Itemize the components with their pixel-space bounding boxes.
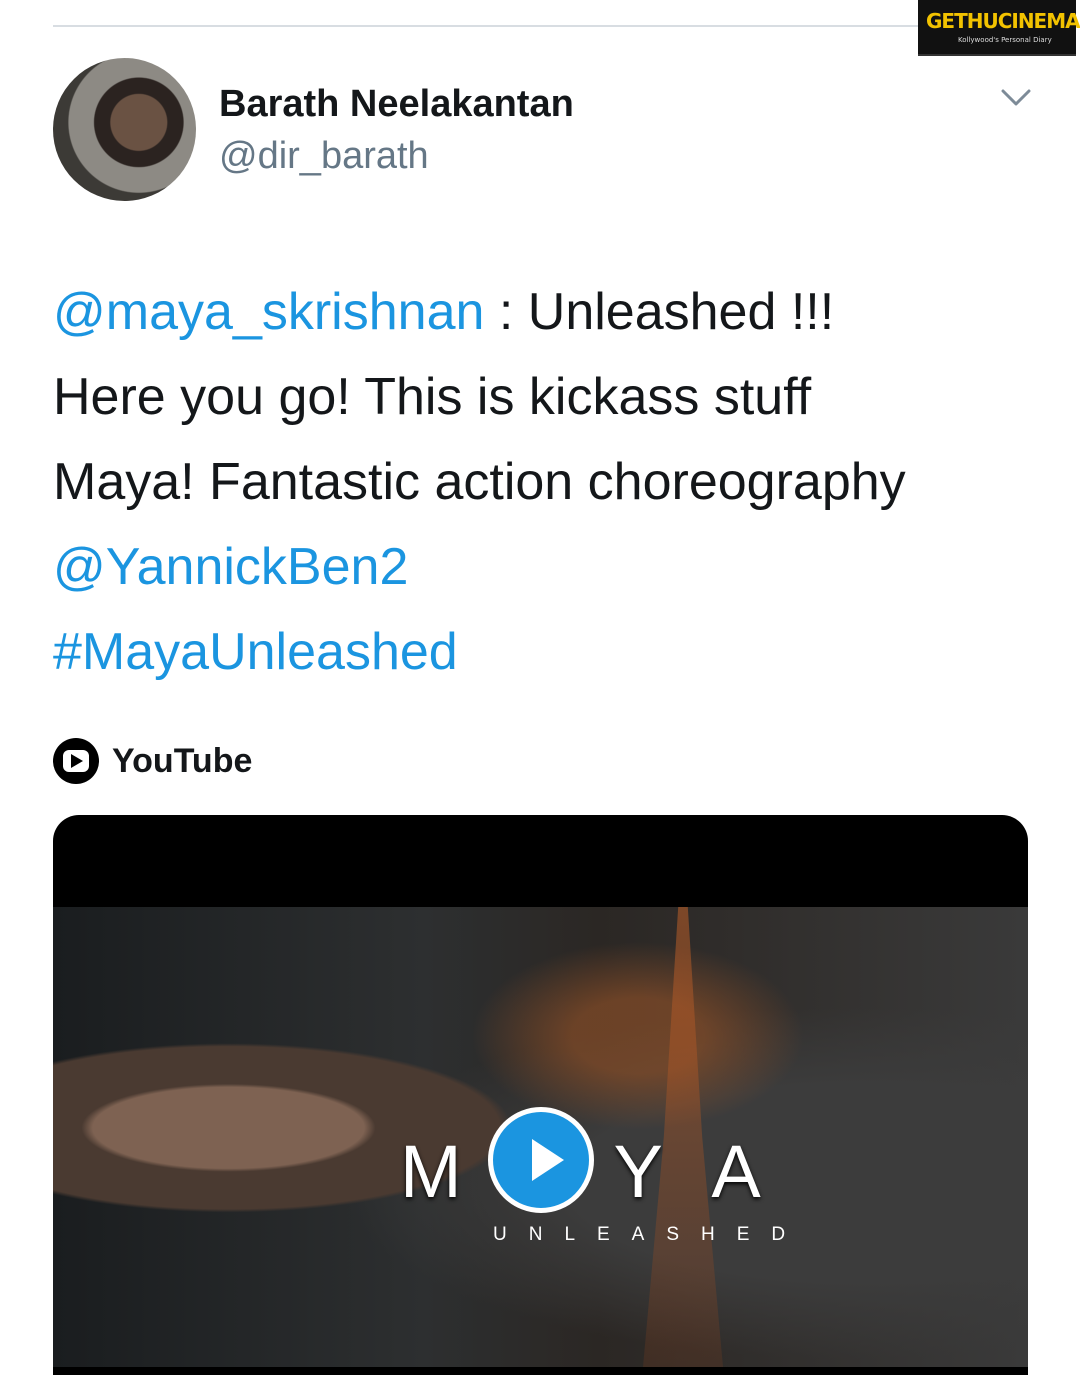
video-subtitle: UNLEASHED bbox=[493, 1224, 808, 1245]
chevron-down-icon[interactable] bbox=[1000, 88, 1032, 108]
tweet-text-unleashed: : Unleashed !!! bbox=[484, 283, 835, 341]
tweet-line-1: @maya_skrishnan : Unleashed !!! bbox=[53, 270, 1043, 355]
youtube-label: YouTube bbox=[112, 742, 253, 780]
watermark-subtitle: Kollywood's Personal Diary bbox=[958, 36, 1052, 44]
tweet-text: @maya_skrishnan : Unleashed !!! Here you… bbox=[53, 270, 1043, 695]
tweet-line-2: Here you go! This is kickass stuff bbox=[53, 368, 812, 426]
author-name[interactable]: Barath Neelakantan bbox=[219, 82, 574, 126]
mention-yannickben2[interactable]: @YannickBen2 bbox=[53, 525, 1043, 610]
watermark-title: GETHUCINEMA bbox=[926, 9, 1080, 33]
hashtag-mayaunleashed[interactable]: #MayaUnleashed bbox=[53, 610, 1043, 695]
mention-maya-skrishnan[interactable]: @maya_skrishnan bbox=[53, 283, 484, 341]
video-card[interactable]: MAYA UNLEASHED bbox=[53, 815, 1028, 1375]
author-avatar[interactable] bbox=[53, 58, 196, 201]
play-button[interactable] bbox=[488, 1107, 594, 1213]
gethucinema-watermark: GETHUCINEMA Kollywood's Personal Diary bbox=[918, 0, 1080, 56]
video-title: MAYA bbox=[400, 1130, 815, 1213]
tweet-line-3: Maya! Fantastic action choreography bbox=[53, 453, 906, 511]
youtube-icon bbox=[53, 738, 99, 784]
top-divider bbox=[53, 25, 1028, 27]
play-icon bbox=[532, 1139, 564, 1181]
author-handle[interactable]: @dir_barath bbox=[219, 134, 429, 178]
video-thumbnail[interactable]: MAYA UNLEASHED bbox=[53, 907, 1028, 1367]
